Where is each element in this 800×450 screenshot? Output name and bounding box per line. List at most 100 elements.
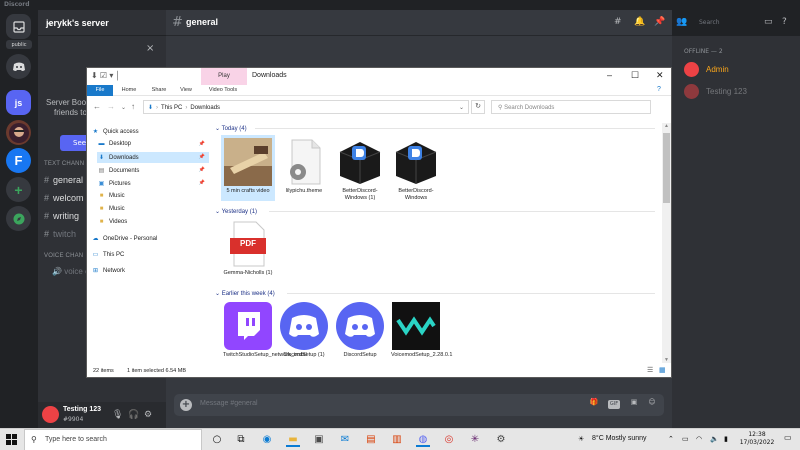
group-header-earlier[interactable]: ⌄ Earlier this week (4) <box>215 290 275 297</box>
minimize-icon[interactable]: – <box>607 70 612 80</box>
context-tab-play[interactable]: Play <box>201 68 247 85</box>
chevron-up-icon[interactable]: ⌃ <box>668 435 674 443</box>
nav-downloads[interactable]: ⬇ Downloads 📌 <box>97 152 209 163</box>
server-header[interactable]: jerykk's server ⌄ <box>38 10 166 36</box>
file-item[interactable]: BetterDiscord-Windows <box>389 135 443 201</box>
nav-network[interactable]: ⊞ Network <box>91 265 203 276</box>
discord-taskbar-icon[interactable]: ◍ <box>416 433 430 447</box>
explore-icon[interactable] <box>6 206 31 231</box>
discord-home-icon[interactable] <box>6 54 31 79</box>
file-item[interactable]: VoicemodSetup_2.28.0.1 <box>389 299 452 363</box>
nav-pictures[interactable]: ▣ Pictures 📌 <box>97 178 209 189</box>
help-icon[interactable]: ? <box>657 86 661 93</box>
maximize-icon[interactable]: ☐ <box>631 70 639 81</box>
close-icon[interactable]: ✕ <box>656 70 664 81</box>
add-attachment-icon[interactable]: + <box>180 399 192 411</box>
wifi-icon[interactable]: ◠ <box>696 435 702 443</box>
scrollbar[interactable]: ▲ ▼ <box>662 123 671 363</box>
help-icon[interactable]: ? <box>782 17 787 27</box>
text-channels-category[interactable]: TEXT CHANN <box>44 161 84 167</box>
store-icon[interactable]: ▣ <box>312 433 326 447</box>
nav-music-2[interactable]: ■ Music <box>97 204 209 215</box>
file-item[interactable]: TwitchStudioSetup_network_instal <box>221 299 307 363</box>
server-js[interactable]: js <box>6 90 31 115</box>
nav-videos[interactable]: ■ Videos <box>97 217 209 228</box>
address-bar[interactable]: ⬇ › This PC › Downloads ⌄ <box>143 100 469 114</box>
slack-icon[interactable]: ✳ <box>468 433 482 447</box>
threads-icon[interactable]: # <box>614 17 622 27</box>
scrollbar-thumb[interactable] <box>663 133 670 203</box>
channel-general[interactable]: # general <box>44 175 83 185</box>
mail-icon[interactable]: ✉ <box>338 433 352 447</box>
gear-icon[interactable]: ⚙ <box>144 410 152 420</box>
inbox-icon[interactable]: ▭ <box>764 17 773 27</box>
nav-music[interactable]: ■ Music <box>97 191 209 202</box>
channel-twitch[interactable]: # twitch <box>44 229 76 239</box>
bell-icon[interactable]: 🔔 <box>634 17 645 27</box>
quick-access-toolbar-icon[interactable]: ⬇ ☑ ▾ │ <box>91 71 121 80</box>
gif-button[interactable]: GIF <box>608 400 620 409</box>
large-icons-view-icon[interactable]: ▦ <box>659 366 666 374</box>
file-item[interactable]: DiscordSetup (1) <box>277 299 331 363</box>
tab-view[interactable]: View <box>175 85 197 96</box>
tab-home[interactable]: Home <box>117 85 141 96</box>
server-avatar-icon[interactable] <box>6 120 31 145</box>
file-item[interactable]: Gemma-Nicholls (1) <box>221 217 275 281</box>
nav-this-pc[interactable]: ▭ This PC <box>91 249 203 260</box>
group-header-yesterday[interactable]: ⌄ Yesterday (1) <box>215 208 257 215</box>
edge-icon[interactable]: ◉ <box>260 433 274 447</box>
gift-icon[interactable]: 🎁 <box>588 398 600 410</box>
nav-documents[interactable]: ▤ Documents 📌 <box>97 165 209 176</box>
tab-file[interactable]: File <box>87 85 113 96</box>
message-input[interactable]: Message #general <box>200 400 258 407</box>
avatar[interactable] <box>42 406 59 423</box>
headphones-icon[interactable]: 🎧 <box>128 410 139 420</box>
add-server-icon[interactable]: + <box>6 177 31 202</box>
scroll-up-icon[interactable]: ▲ <box>662 123 671 129</box>
forward-icon[interactable]: → <box>107 102 115 111</box>
tab-video-tools[interactable]: Video Tools <box>203 85 243 96</box>
pin-icon[interactable]: 📌 <box>654 17 665 27</box>
file-item[interactable]: BetterDiscord-Windows (1) <box>333 135 387 201</box>
voice-channels-category[interactable]: VOICE CHAN <box>44 253 83 259</box>
channel-welcome[interactable]: # welcom <box>44 193 84 203</box>
volume-icon[interactable]: 🔈 <box>710 435 719 443</box>
chevron-down-icon[interactable]: ⌄ <box>121 104 126 111</box>
breadcrumb-this-pc[interactable]: This PC <box>161 105 182 111</box>
up-icon[interactable]: ↑ <box>131 102 135 111</box>
network-icon[interactable]: ▭ <box>682 435 689 443</box>
weather-icon[interactable]: ☀ <box>578 435 584 443</box>
tab-share[interactable]: Share <box>147 85 171 96</box>
group-header-today[interactable]: ⌄ Today (4) <box>215 125 247 132</box>
emoji-icon[interactable]: ☺ <box>646 398 658 410</box>
close-icon[interactable]: × <box>146 43 154 54</box>
powerpoint-icon[interactable]: ▥ <box>390 433 404 447</box>
cortana-icon[interactable]: ○ <box>210 433 224 447</box>
settings-icon[interactable]: ⚙ <box>494 433 508 447</box>
members-icon[interactable]: 👥 <box>676 17 687 27</box>
search-downloads-input[interactable]: ⚲ Search Downloads <box>491 100 651 114</box>
details-view-icon[interactable]: ☰ <box>647 366 653 374</box>
chrome-icon[interactable]: ◎ <box>442 433 456 447</box>
chevron-down-icon[interactable]: ⌄ <box>459 104 464 111</box>
inbox-icon[interactable] <box>6 14 31 39</box>
scroll-down-icon[interactable]: ▼ <box>662 357 671 363</box>
sticker-icon[interactable]: ▣ <box>628 398 640 410</box>
task-view-icon[interactable]: ⧉ <box>234 433 248 447</box>
clock[interactable]: 12:38 17/03/2022 <box>738 431 776 447</box>
channel-writing[interactable]: # writing <box>44 211 79 221</box>
taskbar-search[interactable]: ⚲ Type here to search <box>24 429 202 450</box>
file-explorer-icon[interactable]: ▬ <box>286 433 300 447</box>
refresh-icon[interactable]: ↻ <box>471 100 485 114</box>
nav-onedrive[interactable]: ☁ OneDrive - Personal <box>91 233 203 244</box>
file-item[interactable]: 5 min crafts video <box>221 135 275 201</box>
breadcrumb-downloads[interactable]: Downloads <box>190 105 220 111</box>
office-icon[interactable]: ▤ <box>364 433 378 447</box>
server-f[interactable]: F <box>6 148 31 173</box>
microphone-icon[interactable]: 🎙 <box>112 410 123 420</box>
nav-quick-access[interactable]: ★ Quick access <box>91 126 203 137</box>
weather-text[interactable]: 8°C Mostly sunny <box>592 435 647 442</box>
file-item[interactable]: lilypichu.theme <box>277 135 331 201</box>
nav-desktop[interactable]: ▬ Desktop 📌 <box>97 139 209 150</box>
back-icon[interactable]: ← <box>93 102 101 111</box>
